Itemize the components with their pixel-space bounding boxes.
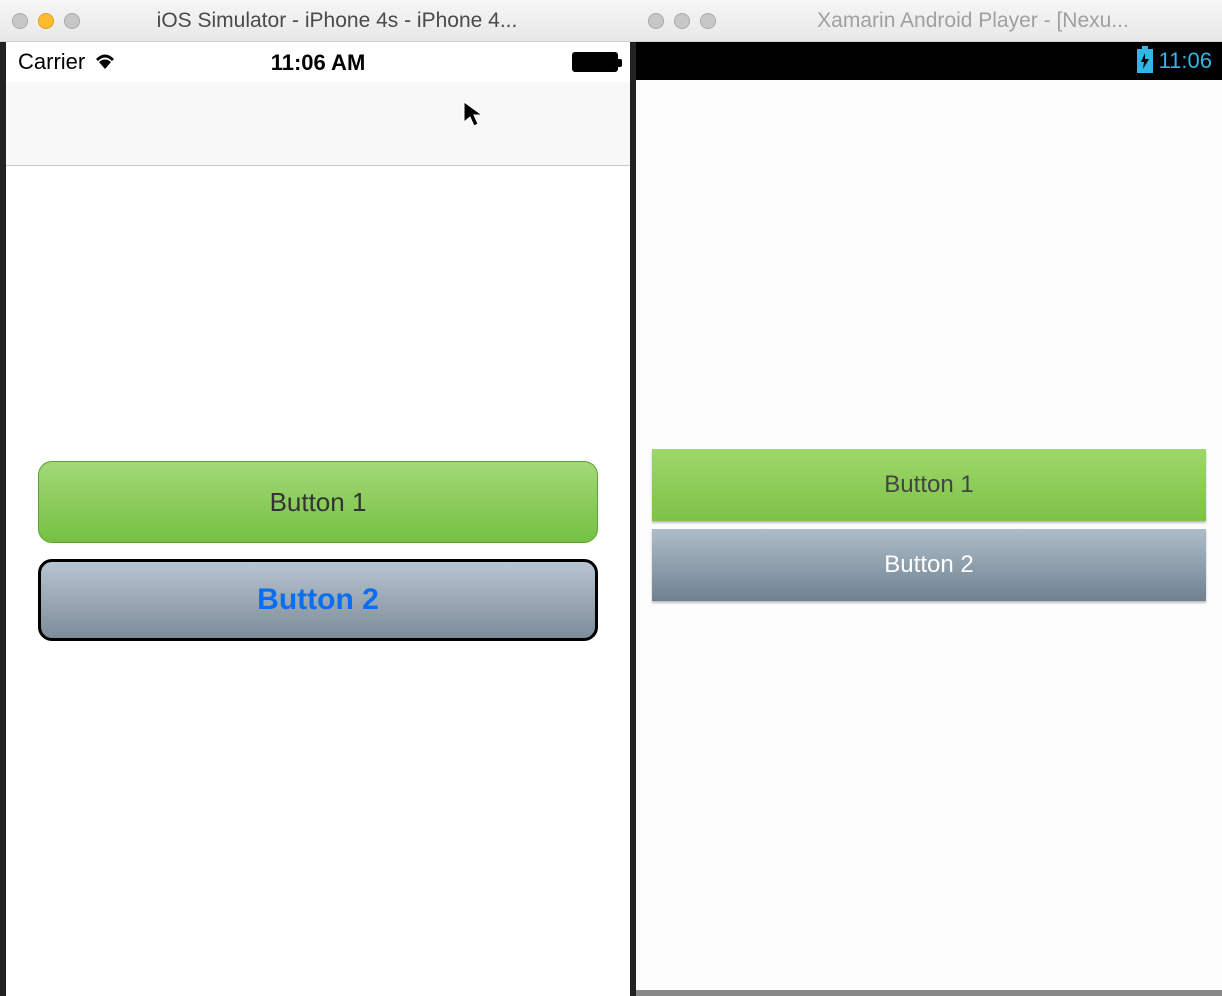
- ios-device-frame: Carrier 11:06 AM Button 1: [0, 42, 636, 996]
- ios-status-right: [572, 52, 618, 72]
- ios-button-1[interactable]: Button 1: [38, 461, 598, 543]
- ios-navbar: [6, 82, 630, 166]
- ios-simulator-window: iOS Simulator - iPhone 4s - iPhone 4... …: [0, 0, 636, 996]
- ios-window-title: iOS Simulator - iPhone 4s - iPhone 4...: [50, 9, 624, 33]
- android-player-window: Xamarin Android Player - [Nexu... 11:06 …: [636, 0, 1222, 990]
- android-button-1-label: Button 1: [884, 471, 973, 499]
- android-time-label: 11:06: [1159, 48, 1212, 74]
- ios-time-label: 11:06 AM: [6, 50, 630, 76]
- android-statusbar: 11:06: [636, 42, 1222, 80]
- android-window-title: Xamarin Android Player - [Nexu...: [736, 9, 1210, 33]
- close-window-button[interactable]: [12, 13, 28, 29]
- ios-button-2-label: Button 2: [257, 583, 379, 617]
- android-window-titlebar[interactable]: Xamarin Android Player - [Nexu...: [636, 0, 1222, 42]
- ios-window-titlebar[interactable]: iOS Simulator - iPhone 4s - iPhone 4...: [0, 0, 636, 42]
- battery-charging-icon: [1137, 49, 1153, 73]
- traffic-lights: [648, 13, 716, 29]
- minimize-window-button[interactable]: [674, 13, 690, 29]
- ios-button-2[interactable]: Button 2: [38, 559, 598, 641]
- android-content-area: Button 1 Button 2: [636, 80, 1222, 990]
- android-button-1[interactable]: Button 1: [652, 449, 1206, 521]
- ios-statusbar: Carrier 11:06 AM: [6, 42, 630, 82]
- battery-icon: [572, 52, 618, 72]
- ios-content-area: Button 1 Button 2: [6, 166, 630, 996]
- android-button-2[interactable]: Button 2: [652, 529, 1206, 601]
- close-window-button[interactable]: [648, 13, 664, 29]
- android-button-2-label: Button 2: [884, 551, 973, 579]
- ios-screen: Carrier 11:06 AM Button 1: [6, 42, 630, 996]
- ios-button-1-label: Button 1: [270, 487, 367, 518]
- maximize-window-button[interactable]: [700, 13, 716, 29]
- android-device-frame: 11:06 Button 1 Button 2: [636, 42, 1222, 990]
